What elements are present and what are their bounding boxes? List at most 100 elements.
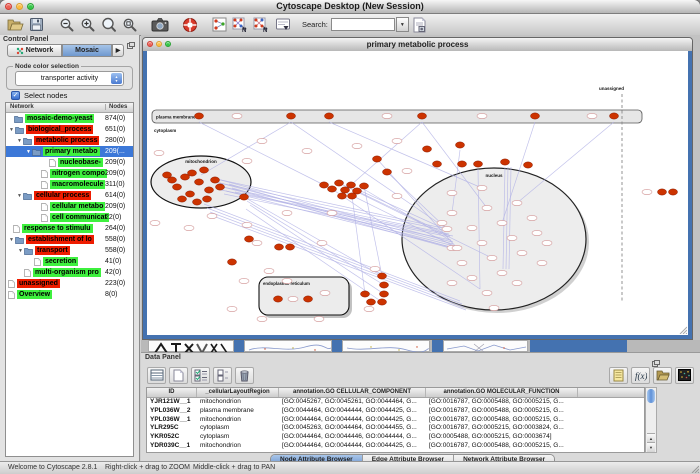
notes-icon[interactable] (609, 367, 628, 384)
float-panel-icon[interactable] (127, 36, 135, 54)
search-settings-icon[interactable] (409, 15, 430, 34)
tree-row[interactable]: ▼primary metabo209(... (6, 146, 133, 157)
column-header[interactable]: annotation.GO MOLECULAR_FUNCTION (426, 388, 578, 397)
network-node[interactable] (178, 196, 187, 202)
network-node[interactable] (531, 113, 540, 119)
network-node-label[interactable] (242, 222, 252, 227)
zoom-window-button[interactable] (27, 3, 34, 10)
network-node[interactable] (367, 299, 376, 305)
network-node[interactable] (335, 180, 344, 186)
network-node-label[interactable] (537, 260, 547, 265)
minimize-view-button[interactable] (156, 41, 162, 47)
scroll-down-icon[interactable]: ▼ (647, 442, 655, 452)
attribute-table[interactable]: ID_cellularLayoutRegionannotation.GO CEL… (146, 387, 645, 453)
network-graph[interactable]: plasma membranecytoplasmmitochondrionnuc… (147, 51, 688, 335)
network-node[interactable] (275, 244, 284, 250)
tree-row[interactable]: ▼transport558(0) (6, 245, 133, 256)
network-node-label[interactable] (154, 150, 164, 155)
save-icon[interactable] (26, 15, 47, 34)
network-node[interactable] (610, 113, 619, 119)
network-node-label[interactable] (532, 230, 542, 235)
network-node[interactable] (304, 296, 313, 302)
tree-row[interactable]: ▼cellular process614(0) (6, 190, 133, 201)
app-titlebar[interactable]: Cytoscape Desktop (New Session) (0, 0, 700, 14)
network-node-label[interactable] (442, 226, 452, 231)
network-node-label[interactable] (512, 280, 522, 285)
expander-icon[interactable]: ▼ (16, 193, 23, 199)
table-row[interactable]: YPL036W__2plasma membrane[GO:0044464, GO… (147, 407, 644, 416)
network-node-label[interactable] (150, 220, 160, 225)
network-node[interactable] (168, 177, 177, 183)
search-dropdown-arrow[interactable]: ▼ (396, 17, 409, 32)
dropdown-stepper-icon[interactable]: ▲▼ (111, 73, 122, 84)
tab-network[interactable]: Network (7, 44, 62, 57)
network-node[interactable] (348, 193, 357, 199)
network-node-label[interactable] (477, 113, 487, 118)
network-node-label[interactable] (482, 205, 492, 210)
network-node[interactable] (361, 291, 370, 297)
tree-row[interactable]: nucleobase-209(0) (6, 157, 133, 168)
column-header[interactable] (578, 388, 645, 397)
background-window-fragment[interactable] (148, 340, 234, 352)
unselect-attributes-icon[interactable] (213, 367, 232, 384)
background-window-fragment[interactable] (244, 340, 332, 352)
network-node[interactable] (195, 179, 204, 185)
app-resize-grip[interactable] (689, 463, 699, 473)
network-node-label[interactable] (239, 278, 249, 283)
network-node-label[interactable] (517, 250, 527, 255)
network-node-label[interactable] (370, 266, 380, 271)
tree-row[interactable]: ▼biological_process651(0) (6, 124, 133, 135)
import-attributes-icon[interactable] (653, 367, 672, 384)
network-node-label[interactable] (497, 270, 507, 275)
network-node[interactable] (320, 182, 329, 188)
network-node-label[interactable] (482, 290, 492, 295)
network-node-label[interactable] (447, 190, 457, 195)
column-header[interactable]: annotation.GO CELLULAR_COMPONENT (279, 388, 426, 397)
close-view-button[interactable] (147, 41, 153, 47)
network-node[interactable] (200, 167, 209, 173)
network-node-label[interactable] (467, 275, 477, 280)
node-color-dropdown[interactable]: transporter activity ▲▼ (15, 71, 124, 86)
network-node-label[interactable] (207, 213, 217, 218)
network-window-titlebar[interactable]: primary metabolic process (143, 38, 692, 52)
tree-row[interactable]: cellular metabo209(0) (6, 201, 133, 212)
network-node[interactable] (360, 183, 369, 189)
column-header[interactable]: ID (147, 388, 197, 397)
tree-row[interactable]: mosaic-demo-yeast874(0) (6, 113, 133, 124)
network-node[interactable] (373, 156, 382, 162)
network-node-label[interactable] (317, 240, 327, 245)
network-canvas[interactable]: plasma membranecytoplasmmitochondrionnuc… (147, 51, 688, 335)
network-node-label[interactable] (288, 296, 298, 301)
network-node[interactable] (658, 189, 667, 195)
attribute-table-header[interactable]: ID_cellularLayoutRegionannotation.GO CEL… (147, 388, 644, 398)
network-node[interactable] (287, 113, 296, 119)
zoom-view-button[interactable] (165, 41, 171, 47)
network-node-label[interactable] (507, 235, 517, 240)
select-attributes-icon[interactable] (191, 367, 210, 384)
network-node[interactable] (211, 177, 220, 183)
network-node-label[interactable] (327, 210, 337, 215)
compartment-nucleus[interactable] (402, 168, 586, 310)
tree-row[interactable]: macromolecule311(0) (6, 179, 133, 190)
network-node[interactable] (173, 184, 182, 190)
background-window-fragment[interactable] (443, 340, 528, 352)
network-node-label[interactable] (477, 240, 487, 245)
zoom-out-icon[interactable] (56, 15, 77, 34)
help-icon[interactable] (179, 15, 200, 34)
network-view-window[interactable]: primary metabolic process plasma membran… (142, 37, 693, 340)
network-node[interactable] (423, 146, 432, 152)
search-input[interactable] (331, 18, 395, 31)
delete-attribute-icon[interactable] (235, 367, 254, 384)
network-node-label[interactable] (487, 255, 497, 260)
network-node[interactable] (383, 169, 392, 175)
tree-row[interactable]: unassigned223(0) (6, 278, 133, 289)
open-icon[interactable] (5, 15, 26, 34)
network-node-label[interactable] (252, 240, 262, 245)
network-node[interactable] (205, 187, 214, 193)
network-node-label[interactable] (489, 305, 499, 310)
network-node-label[interactable] (282, 210, 292, 215)
network-node[interactable] (669, 189, 678, 195)
background-window-edge[interactable] (332, 340, 342, 352)
network-node-label[interactable] (477, 185, 487, 190)
network-node[interactable] (474, 161, 483, 167)
